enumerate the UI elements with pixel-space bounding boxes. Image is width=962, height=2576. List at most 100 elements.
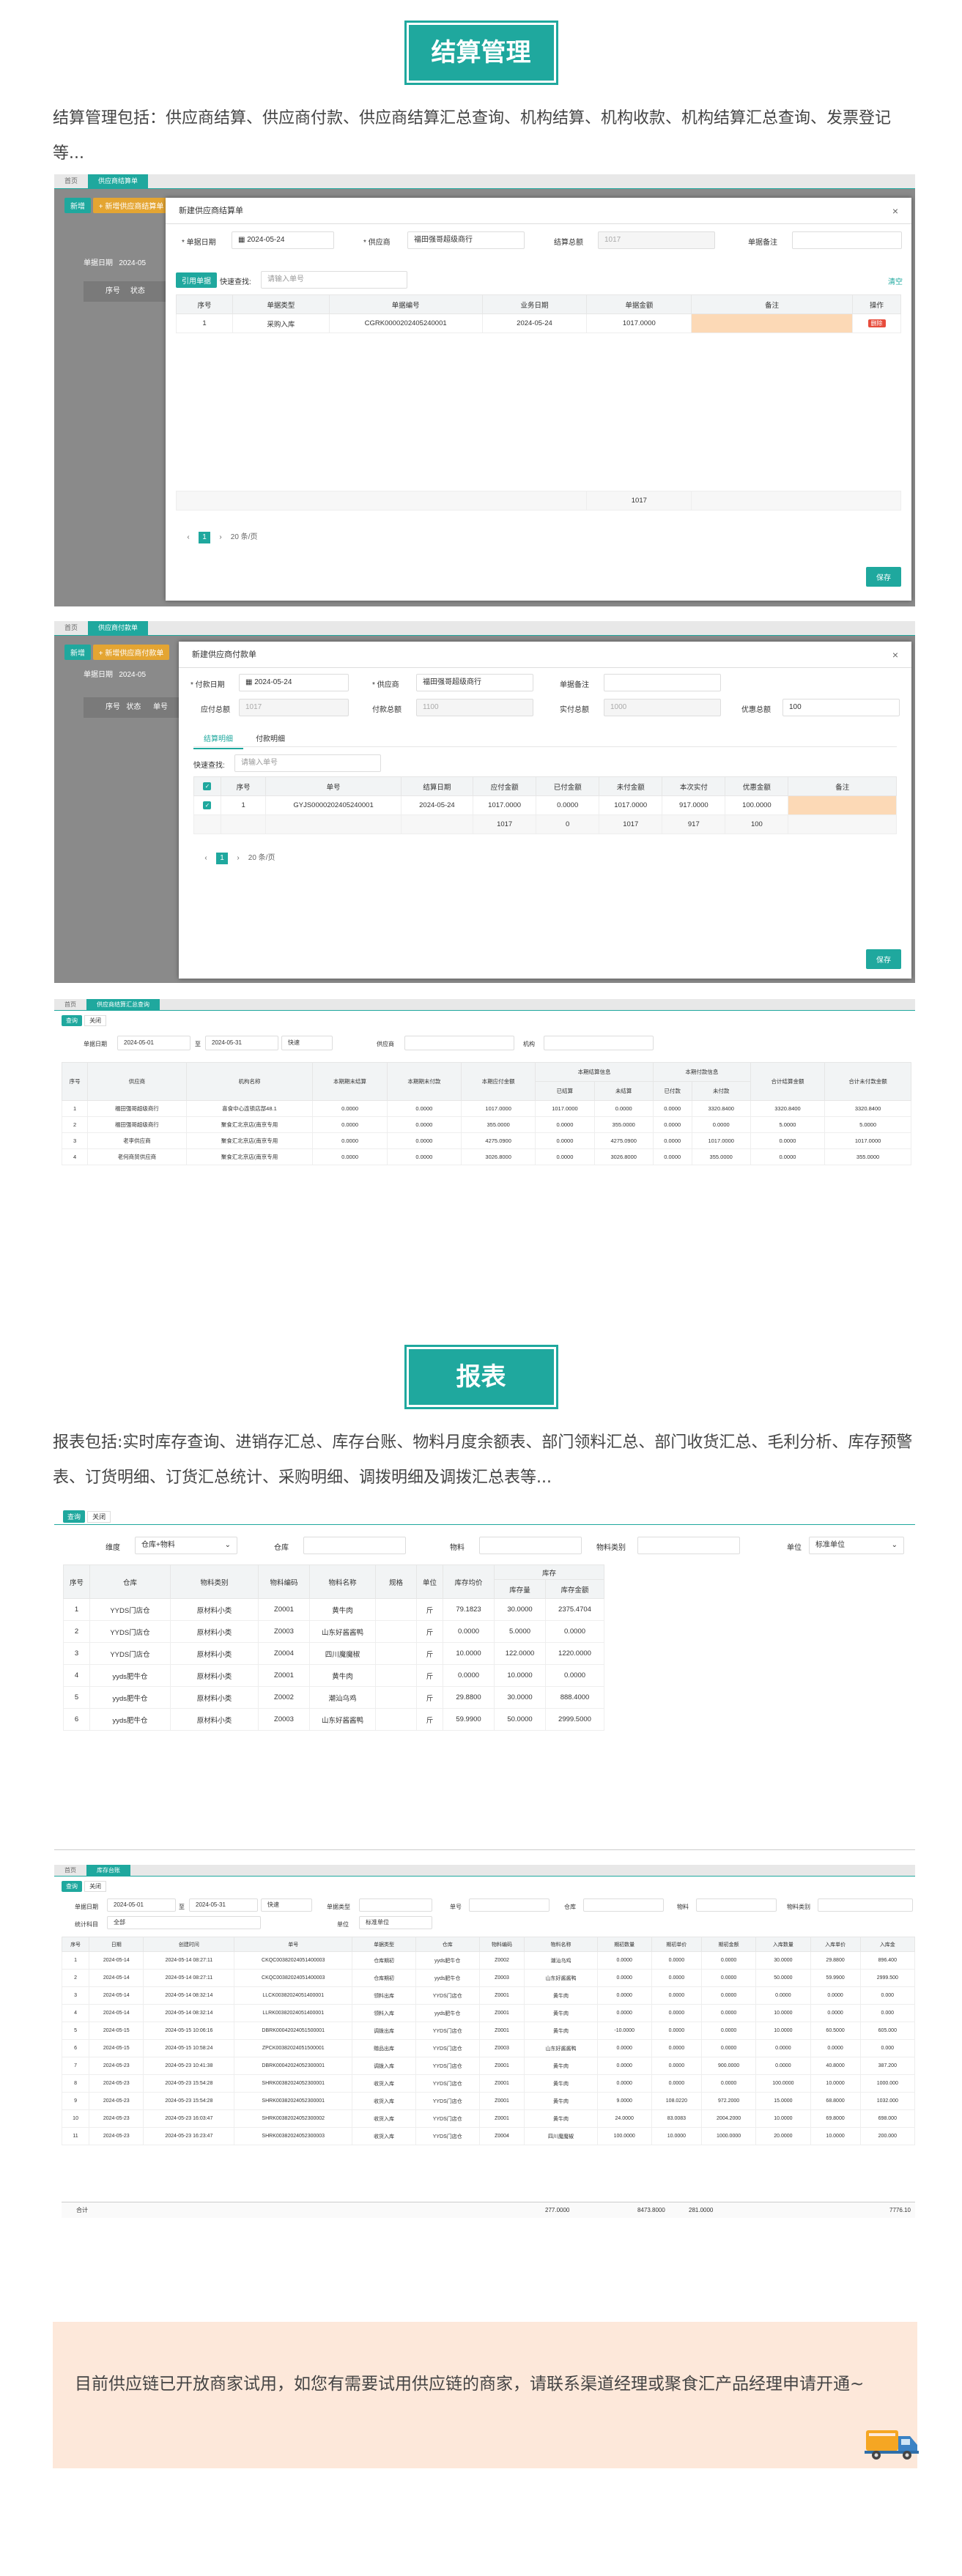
tab-home[interactable]: 首页 [54, 174, 88, 188]
org-select[interactable] [544, 1036, 654, 1050]
save-button[interactable]: 保存 [866, 567, 901, 587]
page-size-select[interactable]: 20 条/页 [248, 854, 275, 862]
total-input[interactable]: 1017 [598, 231, 715, 249]
prev-page-icon[interactable]: ‹ [182, 532, 194, 543]
supplier-select[interactable]: 福田强哥超级商行 [416, 674, 533, 691]
query-button[interactable]: 查询 [62, 1015, 82, 1026]
material-select[interactable] [479, 1537, 582, 1554]
table-row[interactable]: 3 YYDS门店仓 原材料小类 Z0004 四川魔魔椒 斤 10.0000 122.0000 1… [63, 1642, 916, 1665]
table-row[interactable]: 1 2024-05-14 2024-05-14 08:27:11 CKQC003820… [61, 1951, 915, 1970]
table-row[interactable]: 7 2024-05-23 2024-05-23 10:41:38 DBRK000420… [61, 2057, 915, 2075]
supplier-select[interactable] [404, 1036, 514, 1050]
material-select[interactable] [696, 1898, 777, 1912]
tab-home[interactable]: 首页 [54, 999, 86, 1010]
tab-home[interactable]: 首页 [54, 1865, 86, 1876]
unit-select[interactable]: 标准单位 ⌄ [809, 1537, 904, 1554]
remark-cell[interactable] [788, 795, 897, 815]
add-settlement-button[interactable]: + 新增供应商结算单 [92, 198, 170, 213]
category-select[interactable] [818, 1898, 913, 1912]
query-button[interactable]: 查询 [62, 1881, 82, 1892]
table-row[interactable]: 3 老李供应商 聚食汇北京店(南京专用 0.0000 0.0000 4275.0900 0.… [61, 1132, 911, 1149]
tab-supplier-settlement[interactable]: 供应商结算单 [88, 174, 149, 188]
tab-pay-detail[interactable]: 付款明细 [245, 728, 295, 748]
prev-page-icon[interactable]: ‹ [200, 853, 212, 864]
quick-date-select[interactable]: 快速 [261, 1898, 312, 1912]
select-all-checkbox[interactable]: ✓ [193, 776, 221, 796]
date-to[interactable]: 2024-05-31 [189, 1898, 258, 1912]
close-icon[interactable]: × [892, 642, 898, 668]
table-row[interactable]: 4 老何商贸供应商 聚食汇北京店(南京专用 0.0000 0.0000 3026.8000… [61, 1148, 911, 1165]
add-button[interactable]: 新增 [64, 645, 91, 660]
supplier-select[interactable]: 福田强哥超级商行 [407, 231, 525, 249]
date-to[interactable]: 2024-05-31 [205, 1036, 278, 1050]
table-row[interactable]: 9 2024-05-23 2024-05-23 15:54:28 SHRK003820… [61, 2092, 915, 2110]
table-row[interactable]: 10 2024-05-23 2024-05-23 16:03:47 SHRK00382… [61, 2109, 915, 2128]
discount-cell[interactable]: 100.0000 [725, 795, 789, 815]
table-row[interactable]: 5 2024-05-15 2024-05-15 10:06:16 DBRK000420… [61, 2022, 915, 2040]
delete-button[interactable]: 删除 [867, 319, 886, 327]
table-row[interactable]: 2 YYDS门店仓 原材料小类 Z0003 山东好酱酱鸭斤 0.0000 5.0000 0.0… [63, 1620, 916, 1643]
doc-type-select[interactable] [359, 1898, 432, 1912]
table-row[interactable]: 2 2024-05-14 2024-05-14 08:27:11 CKQC003820… [61, 1969, 915, 1987]
date-from[interactable]: 2024-05-01 [107, 1898, 176, 1912]
pay-now-cell[interactable]: 917.0000 [662, 795, 726, 815]
tab-home[interactable]: 首页 [54, 621, 88, 635]
quick-search-input[interactable]: 请输入单号 [234, 754, 381, 772]
row-checkbox[interactable]: ✓ [193, 795, 221, 815]
remark-cell[interactable] [691, 313, 854, 333]
tab-settlement-summary[interactable]: 供应商结算汇总查询 [86, 999, 160, 1010]
quick-search-input[interactable]: 请输入单号 [261, 271, 407, 289]
tab-settle-detail[interactable]: 结算明细 [193, 728, 243, 749]
table-row[interactable]: 6 2024-05-15 2024-05-15 10:58:24 ZPCK003820… [61, 2039, 915, 2057]
remark-input[interactable] [604, 674, 721, 691]
table-row[interactable]: 11 2024-05-23 2024-05-23 16:23:47 SHRK00382… [61, 2127, 915, 2145]
import-doc-button[interactable]: 引用单据 [176, 272, 217, 288]
summary-subject-select[interactable]: 全部 [107, 1916, 261, 1929]
tab-supplier-payment[interactable]: 供应商付款单 [88, 621, 149, 635]
date-from[interactable]: 2024-05-01 [117, 1036, 190, 1050]
close-button[interactable]: 关闭 [84, 1015, 107, 1026]
doc-no-input[interactable] [469, 1898, 550, 1912]
save-button[interactable]: 保存 [866, 949, 901, 969]
col-header: 未结算 [593, 1081, 654, 1101]
category-select[interactable] [637, 1537, 740, 1554]
warehouse-select[interactable] [583, 1898, 664, 1912]
table-row[interactable]: ✓ 1 GYJS0000202405240001 2024-05-24 1017… [193, 795, 897, 815]
table-row[interactable]: 6 yyds肥牛仓 原材料小类 Z0003 山东好酱酱鸭 斤 59.9900 50.0000 2… [63, 1708, 916, 1731]
table-row[interactable]: 5 yyds肥牛仓 原材料小类 Z0002 潮汕乌鸡 斤 29.8800 30.0000 888… [63, 1686, 916, 1709]
quick-date-select[interactable]: 快速 [281, 1036, 333, 1050]
table-row[interactable]: 8 2024-05-23 2024-05-23 15:54:28 SHRK003820… [61, 2074, 915, 2093]
add-payment-button[interactable]: + 新增供应商付款单 [92, 645, 170, 660]
close-button[interactable]: 关闭 [84, 1881, 107, 1892]
table-row[interactable]: 4 2024-05-14 2024-05-14 08:32:14 LLRK003820… [61, 2004, 915, 2022]
real-input[interactable]: 1000 [604, 699, 721, 716]
unit-select[interactable]: 标准单位 [359, 1916, 432, 1929]
tab-inventory-ledger[interactable]: 库存台账 [86, 1865, 130, 1876]
dimension-select[interactable]: 仓库+物料 ⌄ [135, 1537, 237, 1554]
close-button[interactable]: 关闭 [87, 1511, 111, 1523]
table-row[interactable]: 2 福田强哥超级商行 聚食汇北京店(南京专用 0.0000 0.0000 355.0000… [61, 1116, 911, 1133]
next-page-icon[interactable]: › [215, 532, 226, 543]
table-row[interactable]: 1 YYDS门店仓 原材料小类 Z0001 黄牛肉 斤 79.1823 30.0000 2375… [63, 1598, 916, 1621]
page-1[interactable]: 1 [216, 853, 228, 864]
page-size-select[interactable]: 20 条/页 [231, 533, 258, 541]
warehouse-select[interactable] [303, 1537, 406, 1554]
next-page-icon[interactable]: › [232, 853, 244, 864]
remark-input[interactable] [792, 231, 902, 249]
table-row[interactable]: 1 福田强哥超级商行 喜食中心连锁店部48.1 0.0000 0.0000 1017.00… [61, 1100, 911, 1117]
query-button[interactable]: 查询 [63, 1510, 86, 1523]
table-row[interactable]: 1 采购入库 CGRK0000202405240001 2024-05-24 1… [176, 313, 901, 333]
close-icon[interactable]: × [892, 198, 898, 224]
pay-date-input[interactable]: ▦ 2024-05-24 [239, 674, 349, 691]
clear-link[interactable]: 清空 [888, 275, 903, 286]
cell: 1000.000 [859, 2074, 915, 2093]
page-1[interactable]: 1 [199, 532, 210, 543]
add-button[interactable]: 新增 [64, 198, 91, 213]
date-input[interactable]: ▦ 2024-05-24 [232, 231, 334, 249]
discount-input[interactable]: 100 [782, 699, 900, 716]
table-row[interactable]: 3 2024-05-14 2024-05-14 08:32:14 LLCK003820… [61, 1986, 915, 2005]
col-header: 库存量 [494, 1579, 546, 1599]
table-row[interactable]: 4 yyds肥牛仓 原材料小类 Z0001 黄牛肉斤 0.0000 10.0000 0.000… [63, 1664, 916, 1687]
due-input[interactable]: 1017 [239, 699, 349, 716]
paid-input[interactable]: 1100 [416, 699, 533, 716]
